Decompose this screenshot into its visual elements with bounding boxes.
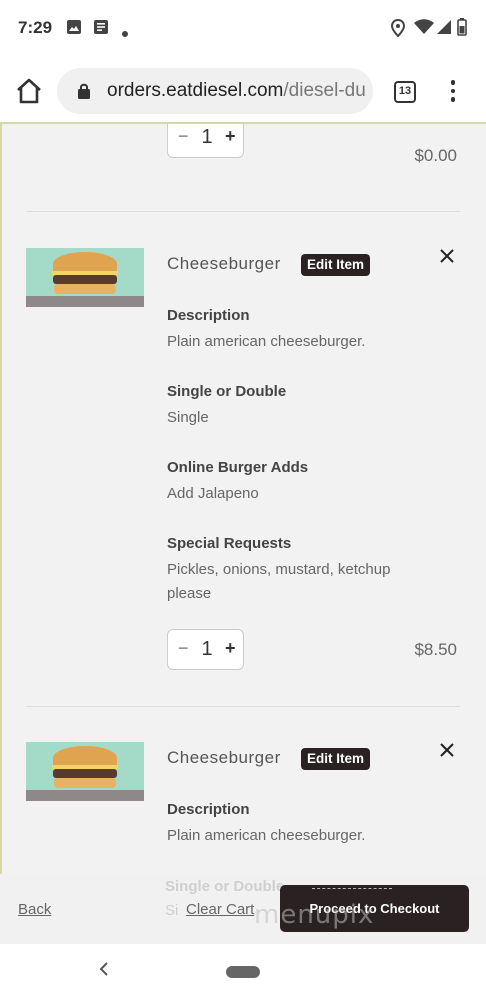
option-value: Add Jalapeno (167, 485, 259, 502)
divider (26, 211, 460, 212)
special-requests-label: Special Requests (167, 535, 292, 552)
battery-icon (457, 18, 467, 41)
dot-icon (122, 24, 128, 42)
option-value: Single (167, 409, 209, 426)
signal-icon (436, 19, 452, 40)
item-price: $0.00 (414, 146, 457, 165)
url-text: orders.eatdiesel.com/diesel-du (107, 80, 366, 102)
home-pill[interactable] (226, 966, 260, 978)
address-bar[interactable]: orders.eatdiesel.com/diesel-du (57, 68, 373, 114)
increase-button[interactable]: + (225, 126, 236, 147)
watermark-dash (312, 888, 392, 889)
wifi-icon (414, 19, 434, 40)
status-time: 7:29 (18, 18, 53, 37)
status-bar: 7:29 (0, 0, 486, 58)
quantity-value: 1 (201, 638, 213, 660)
close-icon[interactable] (439, 248, 455, 264)
more-menu-icon[interactable] (448, 80, 458, 106)
news-icon (93, 19, 109, 40)
increase-button[interactable]: + (225, 638, 236, 659)
description-value: Plain american cheeseburger. (167, 333, 366, 350)
item-name: Cheeseburger (167, 254, 281, 273)
option-value-behind: Si (165, 902, 179, 919)
home-icon[interactable] (14, 76, 44, 106)
lock-icon (77, 82, 91, 105)
decrease-button[interactable]: − (178, 638, 189, 659)
description-label: Description (167, 307, 250, 324)
divider (26, 706, 460, 707)
quantity-stepper: − 1 + (167, 629, 244, 670)
edit-item-button[interactable]: Edit Item (301, 254, 371, 276)
option-label: Online Burger Adds (167, 459, 309, 476)
close-icon[interactable] (439, 742, 455, 758)
image-icon (66, 19, 82, 40)
url-host: orders.eatdiesel.com (107, 80, 284, 101)
back-chevron-icon[interactable] (98, 960, 110, 983)
cart-content: − 1 + $0.00 Cheeseburger Edit Item Descr… (0, 124, 486, 874)
watermark: menupix (254, 900, 375, 930)
location-icon (390, 18, 406, 42)
description-label: Description (167, 801, 250, 818)
system-nav-bar (0, 944, 486, 1000)
cheeseburger-image (26, 248, 144, 307)
option-label-behind: Single or Double (165, 878, 285, 895)
quantity-stepper: − 1 + (167, 124, 244, 158)
quantity-value: 1 (201, 126, 213, 148)
item-name: Cheeseburger (167, 748, 281, 767)
clear-cart-link[interactable]: Clear Cart (186, 901, 254, 918)
checkout-bar: Single or Double Si Back Clear Cart Proc… (0, 874, 486, 944)
decrease-button[interactable]: − (178, 126, 189, 147)
description-value: Plain american cheeseburger. (167, 827, 366, 844)
option-label: Single or Double (167, 383, 287, 400)
tab-switcher-button[interactable]: 13 (394, 81, 416, 103)
edit-item-button[interactable]: Edit Item (301, 748, 371, 770)
back-link[interactable]: Back (18, 901, 51, 918)
url-path: /diesel-du (283, 80, 366, 101)
special-requests-value: Pickles, onions, mustard, ketchup please (167, 561, 391, 602)
cheeseburger-image (26, 742, 144, 801)
browser-toolbar: orders.eatdiesel.com/diesel-du 13 (0, 58, 486, 124)
item-price: $8.50 (414, 640, 457, 659)
